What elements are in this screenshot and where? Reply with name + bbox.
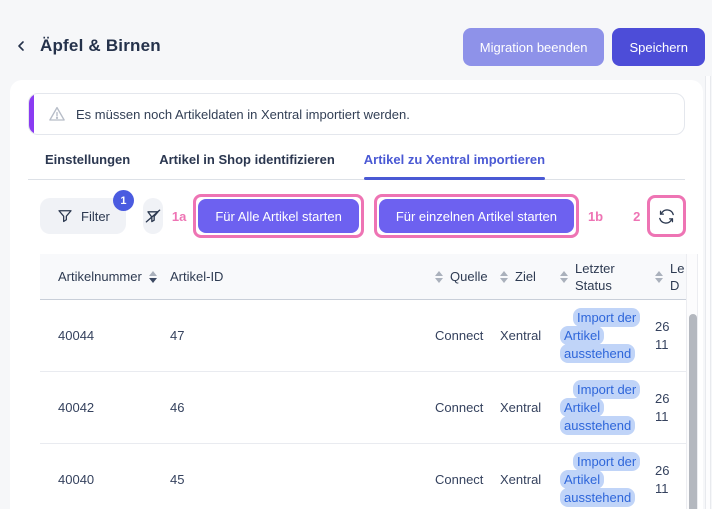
page-scrollbar-track[interactable] bbox=[705, 76, 711, 509]
back-button[interactable] bbox=[8, 33, 34, 59]
column-header-artikel-id[interactable]: Artikel-ID bbox=[170, 254, 435, 299]
funnel-icon bbox=[56, 207, 74, 225]
column-header-letztes-datum-clipped[interactable]: Le D bbox=[655, 254, 686, 299]
column-header-quelle[interactable]: Quelle bbox=[435, 254, 500, 299]
table-scrollbar-track[interactable] bbox=[686, 254, 698, 509]
top-bar: Äpfel & Birnen Migration beenden Speiche… bbox=[0, 0, 712, 80]
status-badge: Import der Artikel ausstehend bbox=[560, 308, 640, 363]
table-scrollbar-thumb[interactable] bbox=[689, 314, 697, 509]
refresh-button[interactable] bbox=[652, 200, 681, 232]
warning-alert: Es müssen noch Artikeldaten in Xentral i… bbox=[28, 93, 685, 135]
cell-letzter-status: Import der Artikel ausstehend bbox=[560, 372, 655, 443]
tab-einstellungen[interactable]: Einstellungen bbox=[45, 152, 130, 180]
status-badge: Import der Artikel ausstehend bbox=[560, 452, 640, 507]
tab-artikel-zu-xentral-importieren[interactable]: Artikel zu Xentral importieren bbox=[364, 152, 545, 180]
column-label: Artikelnummer bbox=[58, 269, 142, 284]
filter-button-label: Filter bbox=[81, 209, 110, 224]
table-header-row: Artikelnummer Artikel-ID Quelle Ziel bbox=[40, 254, 686, 300]
table-toolbar: Filter 1 1a Für Alle Artikel starten Für… bbox=[40, 194, 685, 238]
table-viewport: Artikelnummer Artikel-ID Quelle Ziel bbox=[40, 254, 686, 509]
cell-letztes-datum: 26 11 bbox=[655, 300, 686, 371]
start-single-article-button[interactable]: Für einzelnen Artikel starten bbox=[379, 199, 574, 233]
end-migration-button[interactable]: Migration beenden bbox=[463, 28, 605, 66]
table-row[interactable]: 40042 46 Connect Xentral Import der Arti… bbox=[40, 372, 686, 444]
sort-icon[interactable] bbox=[500, 271, 508, 283]
table-row[interactable]: 40044 47 Connect Xentral Import der Arti… bbox=[40, 300, 686, 372]
cell-artikel-id: 46 bbox=[170, 372, 435, 443]
status-badge: Import der Artikel ausstehend bbox=[560, 380, 640, 435]
column-header-ziel[interactable]: Ziel bbox=[500, 254, 560, 299]
cell-artikelnummer: 40042 bbox=[40, 372, 170, 443]
column-label: Ziel bbox=[515, 269, 536, 284]
annotation-box-2 bbox=[647, 195, 686, 237]
save-button[interactable]: Speichern bbox=[612, 28, 705, 66]
column-label: Le D bbox=[670, 260, 684, 294]
annotation-label-1a: 1a bbox=[172, 209, 186, 224]
cell-ziel: Xentral bbox=[500, 300, 560, 371]
cell-artikelnummer: 40040 bbox=[40, 444, 170, 509]
cell-letztes-datum: 26 11 bbox=[655, 372, 686, 443]
sort-icon[interactable] bbox=[560, 271, 568, 283]
alert-text: Es müssen noch Artikeldaten in Xentral i… bbox=[76, 107, 410, 122]
topbar-actions: Migration beenden Speichern bbox=[463, 28, 705, 66]
filter-button[interactable]: Filter 1 bbox=[40, 198, 126, 234]
start-all-articles-button[interactable]: Für Alle Artikel starten bbox=[198, 199, 358, 233]
annotation-label-1b: 1b bbox=[588, 209, 603, 224]
column-label: Letzter Status bbox=[575, 260, 627, 294]
sort-icon[interactable] bbox=[655, 271, 663, 283]
page-title: Äpfel & Birnen bbox=[40, 36, 161, 56]
sort-icon-artikelnummer-desc[interactable] bbox=[149, 271, 157, 283]
cell-quelle: Connect bbox=[435, 372, 500, 443]
cell-quelle: Connect bbox=[435, 300, 500, 371]
annotation-label-2: 2 bbox=[633, 209, 640, 224]
cell-letzter-status: Import der Artikel ausstehend bbox=[560, 444, 655, 509]
column-header-artikelnummer[interactable]: Artikelnummer bbox=[40, 254, 170, 299]
refresh-icon bbox=[657, 207, 676, 226]
funnel-slash-icon bbox=[143, 206, 163, 226]
annotation-box-1b: Für einzelnen Artikel starten bbox=[374, 194, 579, 238]
cell-artikelnummer: 40044 bbox=[40, 300, 170, 371]
cell-ziel: Xentral bbox=[500, 444, 560, 509]
tab-artikel-in-shop-identifizieren[interactable]: Artikel in Shop identifizieren bbox=[159, 152, 335, 180]
cell-letztes-datum: 26 11 bbox=[655, 444, 686, 509]
filter-count-badge: 1 bbox=[113, 190, 134, 211]
column-label: Artikel-ID bbox=[170, 269, 223, 284]
column-label: Quelle bbox=[450, 269, 488, 284]
chevron-left-icon bbox=[13, 38, 29, 54]
articles-table: Artikelnummer Artikel-ID Quelle Ziel bbox=[40, 254, 703, 509]
alert-accent-bar bbox=[29, 94, 34, 134]
table-row[interactable]: 40040 45 Connect Xentral Import der Arti… bbox=[40, 444, 686, 509]
cell-artikel-id: 47 bbox=[170, 300, 435, 371]
tab-bar: Einstellungen Artikel in Shop identifizi… bbox=[28, 135, 685, 180]
cell-artikel-id: 45 bbox=[170, 444, 435, 509]
warning-triangle-icon bbox=[48, 105, 66, 123]
column-header-letzter-status[interactable]: Letzter Status bbox=[560, 254, 655, 299]
clear-filters-button[interactable] bbox=[143, 198, 163, 234]
cell-letzter-status: Import der Artikel ausstehend bbox=[560, 300, 655, 371]
annotation-box-1a: Für Alle Artikel starten bbox=[193, 194, 363, 238]
main-card: Es müssen noch Artikeldaten in Xentral i… bbox=[10, 80, 703, 509]
cell-quelle: Connect bbox=[435, 444, 500, 509]
sort-icon[interactable] bbox=[435, 271, 443, 283]
cell-ziel: Xentral bbox=[500, 372, 560, 443]
